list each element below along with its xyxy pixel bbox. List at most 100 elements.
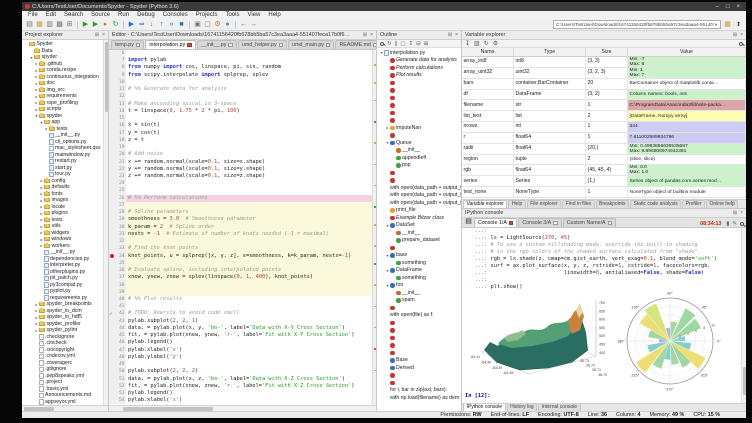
gutter-marker-area[interactable] [109, 296, 115, 303]
dock-tab-file-explorer[interactable]: File explorer [527, 200, 562, 208]
console-dock-tab-internal-console[interactable]: Internal console [538, 403, 580, 411]
menu-item-consoles[interactable]: Consoles [163, 12, 188, 18]
close-tab-icon[interactable] [326, 43, 331, 48]
close-tab-icon[interactable] [228, 43, 233, 48]
dock-tab-profiler[interactable]: Profiler [682, 200, 705, 208]
undock-icon[interactable]: ⊞ [448, 32, 452, 38]
gutter-marker-area[interactable] [109, 231, 115, 238]
outline-item[interactable]: ▾DataSet [379, 222, 461, 230]
outline-item[interactable] [379, 319, 461, 327]
search-icon[interactable] [740, 222, 744, 226]
outline-item[interactable] [379, 169, 461, 177]
variable-row[interactable]: test_noneNoneType1NoneType object of bui… [462, 187, 746, 198]
run-icon[interactable]: ▶ [81, 20, 90, 30]
column-header-value[interactable]: Value [628, 48, 746, 56]
undock-icon[interactable]: ⊞ [95, 32, 99, 38]
column-header-type[interactable]: Type [514, 48, 586, 56]
debug-icon[interactable]: ▶ [127, 20, 136, 30]
working-directory-combobox[interactable]: C:\Users\TestUser\Downloads\16741156420f… [553, 20, 721, 29]
gutter-marker-area[interactable] [109, 303, 115, 310]
gutter-marker-area[interactable] [109, 260, 115, 267]
refresh-icon[interactable]: ↻ [484, 40, 489, 47]
editor-tab-umd-main-py[interactable]: umd_main.py [288, 40, 334, 49]
gutter-marker-area[interactable] [109, 354, 115, 361]
outline-item[interactable]: Perform calculations [379, 64, 461, 72]
step-return-icon[interactable]: ↑ [157, 20, 166, 30]
fullscreen-icon[interactable]: ▢ [400, 41, 405, 47]
outline-item[interactable]: ▾DataFrame [379, 267, 461, 275]
undock-icon[interactable]: ⊞ [363, 32, 367, 38]
variable-row[interactable]: dfDataFrame(3, 2)Column names: bools, in… [462, 90, 746, 101]
outline-item[interactable]: Generate data for analysis [379, 57, 461, 65]
expand-all-icon[interactable]: ⊞ [424, 41, 429, 47]
outline-item[interactable]: print_file [379, 207, 461, 215]
outline-item[interactable] [379, 109, 461, 117]
gutter-marker-area[interactable] [109, 130, 115, 137]
gutter-marker-area[interactable] [109, 64, 115, 71]
close-tab-icon[interactable] [187, 43, 192, 48]
gutter-marker-area[interactable] [109, 166, 115, 173]
gutter-marker-area[interactable] [109, 180, 115, 187]
close-tab-icon[interactable] [608, 221, 613, 226]
gutter-marker-area[interactable] [109, 216, 115, 223]
search-icon[interactable] [739, 42, 743, 46]
outline-item[interactable]: with open(data_path + output_fil… [379, 184, 461, 192]
close-icon[interactable]: × [370, 32, 373, 38]
preferences-icon[interactable]: ⚙ [213, 20, 222, 30]
dock-tab-breakpoints[interactable]: Breakpoints [596, 200, 629, 208]
gutter-marker-area[interactable] [109, 137, 115, 144]
back-icon[interactable]: ← [239, 20, 248, 30]
outline-item[interactable]: Example Bitzer class [379, 214, 461, 222]
outline-item[interactable] [379, 244, 461, 252]
import-data-icon[interactable]: ↧ [465, 40, 470, 47]
scroll-thumb[interactable] [105, 42, 109, 112]
variable-row[interactable]: array_int8int8(3, 3)Min: -7Max: 6 [462, 57, 746, 68]
outline-item[interactable] [379, 94, 461, 102]
outline-item[interactable] [379, 327, 461, 335]
menu-item-edit[interactable]: Edit [46, 12, 56, 18]
outline-item[interactable]: with open(data_path + output_fil… [379, 199, 461, 207]
console-tab-custom-name-a[interactable]: Custom Name/A [563, 218, 616, 227]
gutter-marker-area[interactable]: ✓ [109, 310, 115, 317]
outline-item[interactable]: __init__ [379, 229, 461, 237]
outline-item[interactable]: appendleft [379, 154, 461, 162]
gutter-marker-area[interactable] [109, 325, 115, 332]
menu-item-view[interactable]: View [247, 12, 260, 18]
console-tab-console-1-a[interactable]: Console 1/A [474, 218, 517, 227]
gutter-marker-area[interactable] [109, 50, 115, 57]
outline-item[interactable]: something [379, 274, 461, 282]
menu-item-tools[interactable]: Tools [225, 12, 239, 18]
open-file-icon[interactable]: ▦ [35, 20, 44, 30]
gutter-marker-area[interactable] [109, 173, 115, 180]
outline-item[interactable]: something [379, 259, 461, 267]
go-to-cursor-icon[interactable]: ↥ [409, 41, 414, 47]
outline-item[interactable]: prepare_dataset [379, 237, 461, 245]
outline-item[interactable]: with open(file) as f: [379, 312, 461, 320]
gutter-marker-area[interactable] [109, 245, 115, 252]
save-file-icon[interactable]: ▥ [45, 20, 54, 30]
close-tab-icon[interactable] [553, 221, 558, 226]
close-button[interactable]: × [736, 4, 740, 10]
variable-row[interactable]: list_testlist2[DataFrame, Numpy array] [462, 111, 746, 122]
outline-item[interactable] [379, 117, 461, 125]
variable-row[interactable]: barscontainer.BarContainer20BarContainer… [462, 79, 746, 90]
undock-icon[interactable]: ⊞ [733, 210, 737, 216]
re-run-icon[interactable]: ↻ [111, 20, 120, 30]
close-tab-icon[interactable] [373, 43, 376, 48]
step-into-icon[interactable]: ↓ [147, 20, 156, 30]
outline-item[interactable]: with np.load(filename) as dem: [379, 394, 461, 402]
editor-tab--init-py[interactable]: __init__.py [197, 40, 237, 49]
gutter-marker-area[interactable] [109, 86, 115, 93]
column-header-name[interactable]: Name [462, 48, 514, 56]
gutter-marker-area[interactable] [109, 115, 115, 122]
gutter-marker-area[interactable] [109, 122, 115, 129]
gutter-marker-area[interactable] [109, 57, 115, 64]
outline-item[interactable]: ▾base [379, 252, 461, 260]
variable-row[interactable]: radiifloat64(20,)Min: 0.4983856638535687… [462, 144, 746, 155]
menu-item-debug[interactable]: Debug [137, 12, 155, 18]
column-header-size[interactable]: Size [586, 48, 628, 56]
outline-item[interactable] [379, 349, 461, 357]
new-file-icon[interactable]: ▤ [25, 20, 34, 30]
outline-item[interactable]: Plot results [379, 72, 461, 80]
outline-item[interactable]: __init__ [379, 147, 461, 155]
